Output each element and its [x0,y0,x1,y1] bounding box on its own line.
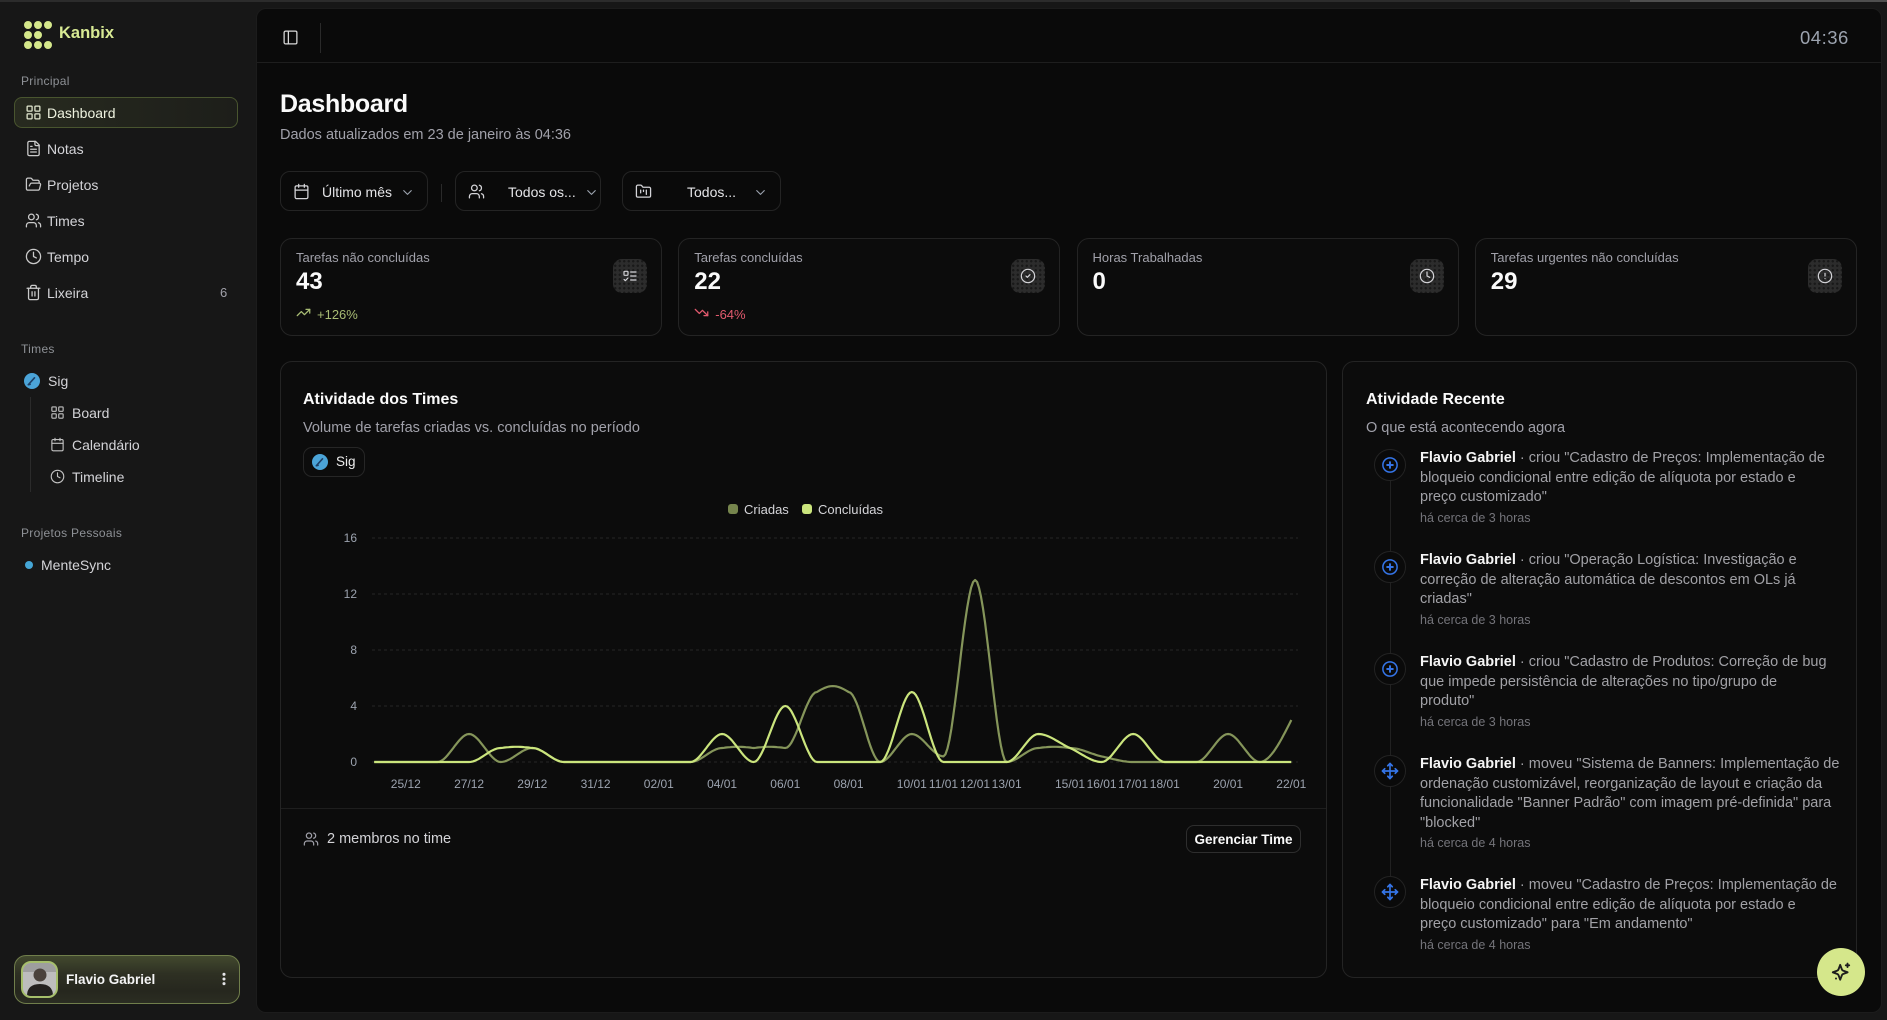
svg-text:20/01: 20/01 [1213,777,1243,791]
svg-text:06/01: 06/01 [770,777,800,791]
svg-text:8: 8 [350,643,357,657]
svg-text:12/01: 12/01 [960,777,990,791]
svg-text:12: 12 [344,587,358,601]
svg-text:16/01: 16/01 [1087,777,1117,791]
svg-text:0: 0 [350,755,357,769]
svg-text:16: 16 [344,531,358,545]
svg-text:31/12: 31/12 [581,777,611,791]
svg-text:04/01: 04/01 [707,777,737,791]
svg-text:29/12: 29/12 [517,777,547,791]
svg-text:11/01: 11/01 [929,777,958,791]
svg-text:17/01: 17/01 [1118,777,1148,791]
svg-text:02/01: 02/01 [644,777,674,791]
svg-text:18/01: 18/01 [1150,777,1180,791]
svg-text:25/12: 25/12 [391,777,421,791]
svg-text:15/01: 15/01 [1055,777,1085,791]
svg-text:08/01: 08/01 [834,777,864,791]
svg-text:27/12: 27/12 [454,777,484,791]
svg-text:4: 4 [350,699,357,713]
svg-text:22/01: 22/01 [1276,777,1306,791]
svg-text:13/01: 13/01 [992,777,1022,791]
svg-text:10/01: 10/01 [897,777,927,791]
